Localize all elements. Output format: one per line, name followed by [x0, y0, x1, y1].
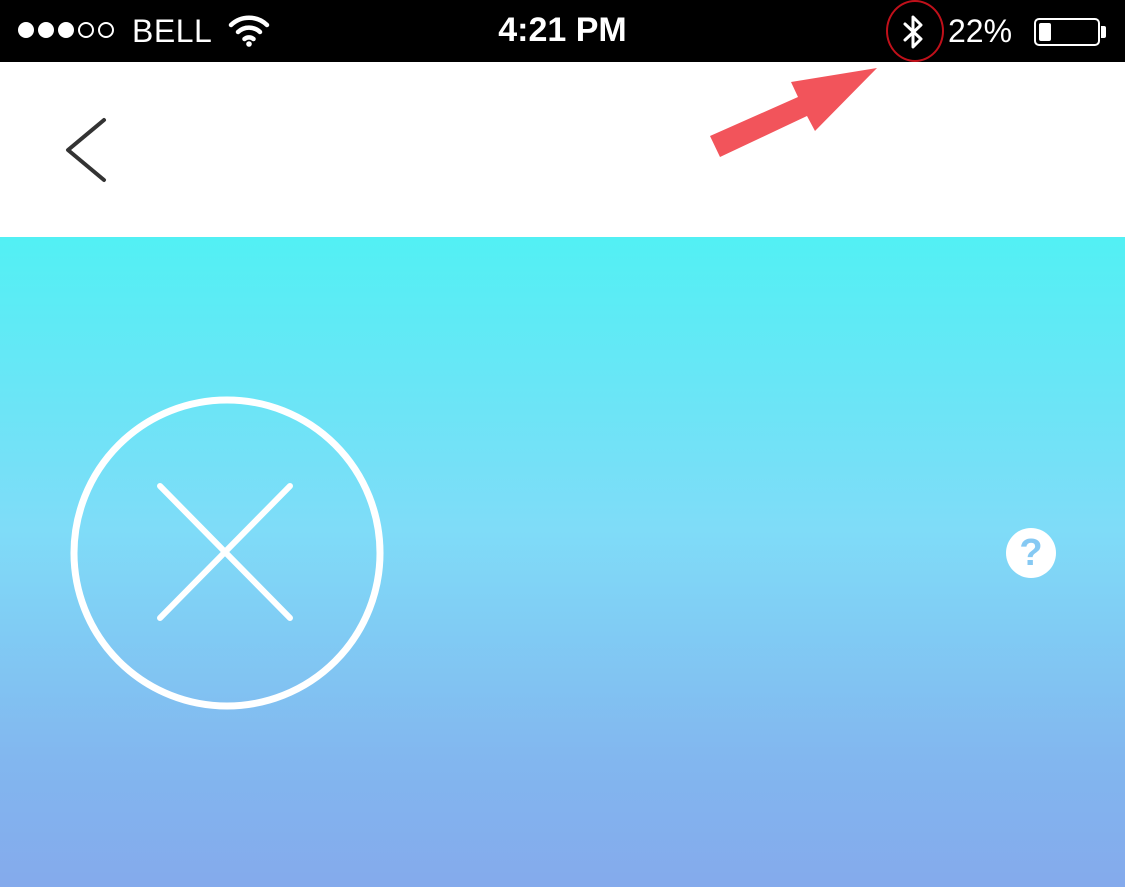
bluetooth-highlight-circle	[886, 0, 944, 62]
annotation-arrow-icon	[710, 68, 877, 157]
chevron-left-icon[interactable]	[58, 114, 118, 186]
battery-cap	[1101, 26, 1106, 38]
app-screen: BELL 4:21 PM 22% ?	[0, 0, 1125, 887]
battery-level-fill	[1039, 23, 1051, 41]
nav-bar	[0, 62, 1125, 237]
status-bar: BELL 4:21 PM 22%	[0, 0, 1125, 62]
battery-icon	[1034, 18, 1100, 46]
circle-x-icon	[70, 396, 384, 710]
question-mark-icon: ?	[1019, 532, 1043, 574]
help-button[interactable]: ?	[1006, 528, 1056, 578]
main-content: ?	[0, 237, 1125, 887]
battery-percent: 22%	[948, 13, 1013, 49]
